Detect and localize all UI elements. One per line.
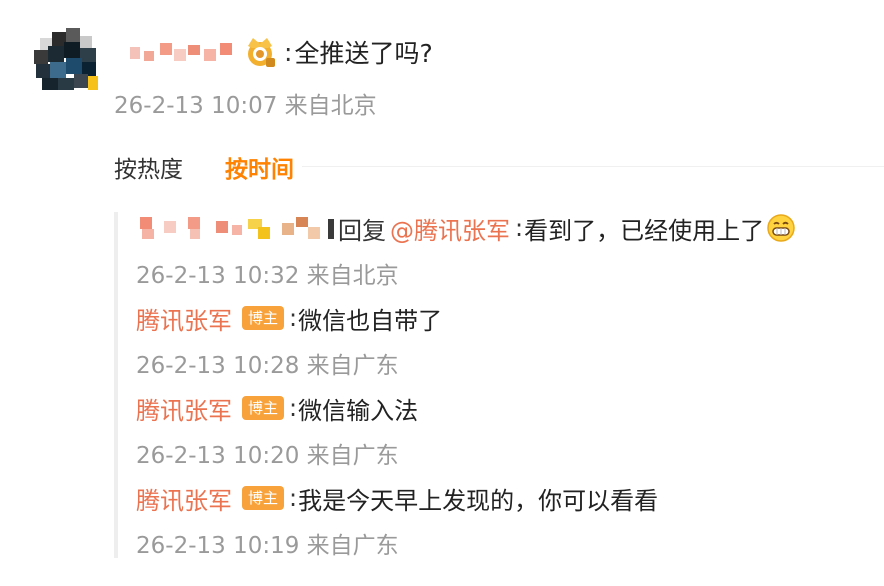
author-badge: 博主 — [242, 396, 285, 420]
comment-meta: 26-2-13 10:07 来自北京 — [114, 93, 377, 119]
colon: : — [284, 37, 293, 67]
blurred-username[interactable] — [130, 41, 234, 63]
reply-line-4: 腾讯张军 博主 : 我是今天早上发现的，你可以看看 — [136, 478, 658, 518]
reply-label: 回复 — [338, 216, 386, 245]
reply-meta: 26-2-13 10:20 来自广东 — [136, 443, 399, 469]
reply-username[interactable]: 腾讯张军 — [136, 481, 232, 516]
reply-thread-bar — [114, 212, 118, 558]
reply-line-3: 腾讯张军 博主 : 微信输入法 — [136, 388, 418, 428]
blurred-username[interactable] — [136, 215, 336, 241]
colon: : — [289, 394, 298, 422]
reply-text: 微信输入法 — [298, 396, 419, 425]
sort-tabs: 按热度 按时间 — [114, 150, 294, 184]
reply-text: 微信也自带了 — [298, 306, 443, 335]
author-badge: 博主 — [242, 306, 285, 330]
colon: : — [289, 304, 298, 332]
mention-link[interactable]: @腾讯张军 — [390, 211, 510, 246]
reply-meta: 26-2-13 10:28 来自广东 — [136, 353, 399, 379]
grin-emoji-icon — [766, 213, 796, 243]
avatar[interactable] — [30, 24, 102, 96]
pixelated-avatar-image — [30, 24, 102, 96]
reply-line-2: 腾讯张军 博主 : 微信也自带了 — [136, 298, 442, 338]
pixelated-username-image — [130, 43, 232, 61]
divider — [302, 166, 884, 167]
reply-meta: 26-2-13 10:32 来自北京 — [136, 263, 399, 289]
reply-meta: 26-2-13 10:19 来自广东 — [136, 533, 399, 559]
reply-line-1: 回复 @腾讯张军 : 看到了，已经使用上了 — [136, 208, 796, 248]
colon: : — [289, 484, 298, 512]
vip-crown-icon — [242, 34, 278, 70]
comment-text: 全推送了吗? — [294, 39, 433, 68]
tab-sort-by-hot[interactable]: 按热度 — [114, 150, 183, 184]
author-badge: 博主 — [242, 486, 285, 510]
colon: : — [515, 214, 524, 242]
pixelated-username-image — [140, 217, 334, 239]
reply-text: 看到了，已经使用上了 — [524, 216, 765, 245]
reply-text: 我是今天早上发现的，你可以看看 — [298, 486, 659, 515]
main-comment-line: : 全推送了吗? — [130, 30, 433, 74]
reply-username[interactable]: 腾讯张军 — [136, 391, 232, 426]
tab-sort-by-time[interactable]: 按时间 — [225, 150, 294, 184]
reply-username[interactable]: 腾讯张军 — [136, 301, 232, 336]
